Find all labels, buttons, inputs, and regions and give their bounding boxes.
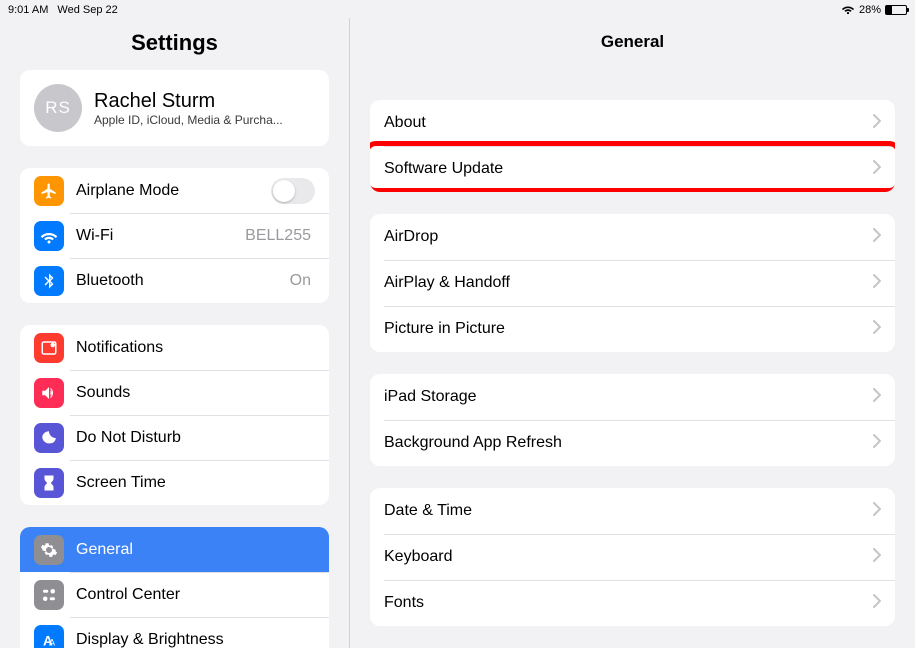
sidebar-item-label: Control Center [76, 586, 315, 604]
chevron-right-icon [873, 274, 881, 293]
detail-row-about[interactable]: About [370, 100, 895, 146]
sidebar-item-label: Airplane Mode [76, 182, 271, 200]
detail-row-background-app-refresh[interactable]: Background App Refresh [370, 420, 895, 466]
detail-row-label: Date & Time [384, 502, 873, 520]
detail-row-label: Fonts [384, 594, 873, 612]
status-right: 28% [841, 4, 907, 17]
avatar: RS [34, 84, 82, 132]
status-date: Wed Sep 22 [57, 4, 117, 16]
sidebar-item-sounds[interactable]: Sounds [20, 370, 329, 415]
toggle-switch[interactable] [271, 178, 315, 204]
chevron-right-icon [873, 388, 881, 407]
detail-row-airplay-handoff[interactable]: AirPlay & Handoff [370, 260, 895, 306]
bluetooth-icon [34, 266, 64, 296]
sidebar-item-label: Screen Time [76, 474, 315, 492]
svg-text:A: A [49, 637, 55, 647]
sidebar-item-label: Wi-Fi [76, 227, 245, 245]
detail-row-airdrop[interactable]: AirDrop [370, 214, 895, 260]
sounds-icon [34, 378, 64, 408]
chevron-right-icon [873, 548, 881, 567]
detail-row-label: AirDrop [384, 228, 873, 246]
detail-row-software-update[interactable]: Software Update [370, 146, 895, 192]
wifi-icon [34, 221, 64, 251]
detail-pane: General About Software Update AirDrop AirPl… [350, 18, 915, 648]
status-bar: 9:01 AM Wed Sep 22 28% [0, 0, 915, 18]
wifi-icon [841, 4, 855, 17]
detail-row-label: Keyboard [384, 548, 873, 566]
sidebar-item-label: Bluetooth [76, 272, 290, 290]
sidebar-title: Settings [0, 18, 349, 70]
detail-row-label: Picture in Picture [384, 320, 873, 338]
airplane-icon [34, 176, 64, 206]
sidebar-item-controlcenter[interactable]: Control Center [20, 572, 329, 617]
status-time: 9:01 AM [8, 4, 48, 16]
detail-row-date-time[interactable]: Date & Time [370, 488, 895, 534]
profile-name: Rachel Sturm [94, 90, 283, 113]
chevron-right-icon [873, 160, 881, 179]
detail-row-fonts[interactable]: Fonts [370, 580, 895, 626]
detail-row-picture-in-picture[interactable]: Picture in Picture [370, 306, 895, 352]
general-icon [34, 535, 64, 565]
chevron-right-icon [873, 434, 881, 453]
chevron-right-icon [873, 502, 881, 521]
detail-row-label: Software Update [384, 160, 873, 178]
sidebar-item-label: Do Not Disturb [76, 429, 315, 447]
detail-row-label: iPad Storage [384, 388, 873, 406]
sidebar-item-screentime[interactable]: Screen Time [20, 460, 329, 505]
dnd-icon [34, 423, 64, 453]
chevron-right-icon [873, 228, 881, 247]
sidebar-item-label: Sounds [76, 384, 315, 402]
sidebar-item-general[interactable]: General [20, 527, 329, 572]
screentime-icon [34, 468, 64, 498]
display-icon: AA [34, 625, 64, 648]
controlcenter-icon [34, 580, 64, 610]
sidebar-item-label: Display & Brightness [76, 631, 315, 648]
sidebar-item-value: On [290, 272, 311, 290]
sidebar-item-bluetooth[interactable]: BluetoothOn [20, 258, 329, 303]
battery-percent: 28% [859, 4, 881, 16]
sidebar-item-value: BELL255 [245, 227, 311, 245]
chevron-right-icon [873, 320, 881, 339]
detail-title: General [350, 18, 915, 66]
detail-row-label: AirPlay & Handoff [384, 274, 873, 292]
detail-row-ipad-storage[interactable]: iPad Storage [370, 374, 895, 420]
profile-subtitle: Apple ID, iCloud, Media & Purcha... [94, 113, 283, 127]
chevron-right-icon [873, 594, 881, 613]
chevron-right-icon [873, 114, 881, 133]
detail-row-label: About [384, 114, 873, 132]
detail-row-keyboard[interactable]: Keyboard [370, 534, 895, 580]
sidebar-item-wifi[interactable]: Wi-FiBELL255 [20, 213, 329, 258]
sidebar-item-notifications[interactable]: Notifications [20, 325, 329, 370]
settings-sidebar: Settings RS Rachel Sturm Apple ID, iClou… [0, 18, 350, 648]
profile-row[interactable]: RS Rachel Sturm Apple ID, iCloud, Media … [20, 70, 329, 146]
notifications-icon [34, 333, 64, 363]
sidebar-item-airplane[interactable]: Airplane Mode [20, 168, 329, 213]
sidebar-item-dnd[interactable]: Do Not Disturb [20, 415, 329, 460]
detail-row-label: Background App Refresh [384, 434, 873, 452]
battery-icon [885, 5, 907, 15]
sidebar-item-label: General [76, 541, 315, 559]
sidebar-item-display[interactable]: AA Display & Brightness [20, 617, 329, 648]
status-left: 9:01 AM Wed Sep 22 [8, 4, 124, 16]
sidebar-item-label: Notifications [76, 339, 315, 357]
